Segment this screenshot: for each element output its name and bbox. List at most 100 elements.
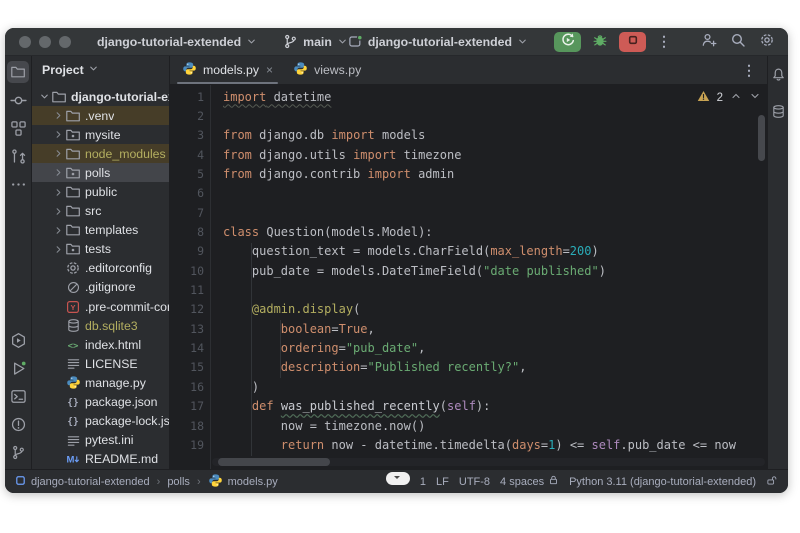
line-number[interactable]: 18 <box>170 419 213 433</box>
vertical-scrollbar[interactable] <box>758 115 765 161</box>
interpreter-widget[interactable]: Python 3.11 (django-tutorial-extended) <box>569 476 756 488</box>
tree-item-tests[interactable]: tests <box>32 240 169 259</box>
code-line-9[interactable]: 9 question_text = models.CharField(max_l… <box>170 242 767 261</box>
line-number[interactable]: 17 <box>170 399 213 413</box>
indent-widget[interactable]: 4 spaces <box>500 474 559 489</box>
tree-chevron-right-icon[interactable] <box>52 129 65 140</box>
tree-item-db-sqlite3[interactable]: db.sqlite3 <box>32 316 169 335</box>
tree-item-src[interactable]: src <box>32 202 169 221</box>
tree-item-django-tutorial-extended[interactable]: django-tutorial-extended <box>32 87 169 106</box>
code-with-me-button[interactable] <box>699 32 719 52</box>
breadcrumb-models-py[interactable]: models.py <box>208 473 278 491</box>
code-line-8[interactable]: 8class Question(models.Model): <box>170 222 767 241</box>
code-line-3[interactable]: 3from django.db import models <box>170 126 767 145</box>
toolwindow-project-icon[interactable] <box>7 61 29 83</box>
code-line-1[interactable]: 1import datetime <box>170 87 767 106</box>
stop-button[interactable] <box>619 32 646 52</box>
tree-chevron-right-icon[interactable] <box>52 148 65 159</box>
line-number[interactable]: 1 <box>170 90 213 104</box>
toolwindow-version-control-icon[interactable] <box>7 441 29 463</box>
toolwindow-run-icon[interactable] <box>7 357 29 379</box>
line-number[interactable]: 3 <box>170 128 213 142</box>
project-widget[interactable]: django-tutorial-extended <box>97 35 257 49</box>
tree-chevron-right-icon[interactable] <box>52 110 65 121</box>
line-number[interactable]: 5 <box>170 167 213 181</box>
line-number[interactable]: 16 <box>170 380 213 394</box>
inspections-widget[interactable]: 2 <box>697 90 761 105</box>
tree-item-polls[interactable]: polls <box>32 163 169 182</box>
tree-item-package-json[interactable]: {}package.json <box>32 393 169 412</box>
code-line-10[interactable]: 10 pub_date = models.DateTimeField("date… <box>170 261 767 280</box>
code-line-12[interactable]: 12 @admin.display( <box>170 300 767 319</box>
line-number[interactable]: 8 <box>170 225 213 239</box>
settings-button[interactable] <box>757 32 777 52</box>
tree-item--gitignore[interactable]: .gitignore <box>32 278 169 297</box>
tree-chevron-right-icon[interactable] <box>52 206 65 217</box>
close-button[interactable] <box>19 36 31 48</box>
line-number[interactable]: 7 <box>170 206 213 220</box>
code-editor[interactable]: 1import datetime23from django.db import … <box>170 85 767 469</box>
code-line-4[interactable]: 4from django.utils import timezone <box>170 145 767 164</box>
tree-item-templates[interactable]: templates <box>32 221 169 240</box>
breadcrumb-polls[interactable]: polls <box>167 476 190 488</box>
run-config-widget[interactable]: django-tutorial-extended <box>348 34 528 49</box>
toolwindow-pull-requests-icon[interactable] <box>7 145 29 167</box>
line-number[interactable]: 13 <box>170 322 213 336</box>
tree-item-pytest-ini[interactable]: pytest.ini <box>32 431 169 450</box>
toolwindow-notifications-icon[interactable] <box>767 63 788 85</box>
line-number[interactable]: 15 <box>170 360 213 374</box>
tree-item--venv[interactable]: .venv <box>32 106 169 125</box>
line-number[interactable]: 2 <box>170 109 213 123</box>
code-line-13[interactable]: 13 boolean=True, <box>170 319 767 338</box>
close-tab-icon[interactable]: × <box>266 63 273 77</box>
tree-item-manage-py[interactable]: manage.py <box>32 373 169 392</box>
tree-item-readme-md[interactable]: MREADME.md <box>32 450 169 469</box>
more-actions-button[interactable]: ⋮ <box>655 33 673 50</box>
tree-item-package-lock-json[interactable]: {}package-lock.json <box>32 412 169 431</box>
toolwindow-commit-icon[interactable] <box>7 89 29 111</box>
code-line-15[interactable]: 15 description="Published recently?", <box>170 358 767 377</box>
line-number[interactable]: 12 <box>170 302 213 316</box>
code-line-7[interactable]: 7 <box>170 203 767 222</box>
toolwindow-terminal-icon[interactable] <box>7 385 29 407</box>
branch-widget[interactable]: main <box>283 34 348 49</box>
tree-item-mysite[interactable]: mysite <box>32 125 169 144</box>
tree-item-license[interactable]: LICENSE <box>32 354 169 373</box>
line-number[interactable]: 14 <box>170 341 213 355</box>
code-line-2[interactable]: 2 <box>170 106 767 125</box>
tree-item-node-modules[interactable]: node_modules <box>32 144 169 163</box>
tree-chevron-right-icon[interactable] <box>52 187 65 198</box>
tree-item--editorconfig[interactable]: .editorconfig <box>32 259 169 278</box>
line-number[interactable]: 4 <box>170 148 213 162</box>
breadcrumb-django-tutorial-extended[interactable]: django-tutorial-extended <box>15 475 150 489</box>
code-line-5[interactable]: 5from django.contrib import admin <box>170 164 767 183</box>
next-warning-chevron-down-icon[interactable] <box>749 90 761 105</box>
tab-views-py[interactable]: views.py <box>283 56 371 84</box>
line-number[interactable]: 9 <box>170 244 213 258</box>
code-line-6[interactable]: 6 <box>170 184 767 203</box>
rerun-button[interactable] <box>554 32 581 52</box>
tree-chevron-down-icon[interactable] <box>38 91 51 102</box>
readonly-toggle[interactable] <box>766 474 778 490</box>
line-ending-widget[interactable]: LF <box>436 476 449 488</box>
line-number[interactable]: 10 <box>170 264 213 278</box>
tab-options-button[interactable]: ⋮ <box>731 56 767 84</box>
tree-chevron-right-icon[interactable] <box>52 244 65 255</box>
tree-item--pre-commit-config-yaml[interactable]: Y.pre-commit-config.yaml <box>32 297 169 316</box>
line-number[interactable]: 11 <box>170 283 213 297</box>
tree-item-public[interactable]: public <box>32 182 169 201</box>
code-line-18[interactable]: 18 now = timezone.now() <box>170 416 767 435</box>
tree-item-index-html[interactable]: <>index.html <box>32 335 169 354</box>
project-panel-header[interactable]: Project <box>32 56 169 84</box>
code-line-14[interactable]: 14 ordering="pub_date", <box>170 338 767 357</box>
horizontal-scrollbar-thumb[interactable] <box>218 458 330 466</box>
toolwindow-services-icon[interactable] <box>7 329 29 351</box>
minimize-button[interactable] <box>39 36 51 48</box>
line-col-widget[interactable]: 1 <box>420 476 426 488</box>
encoding-widget[interactable]: UTF-8 <box>459 476 490 488</box>
code-line-16[interactable]: 16 ) <box>170 377 767 396</box>
tab-models-py[interactable]: models.py× <box>172 56 283 84</box>
horizontal-scrollbar-track[interactable] <box>212 458 765 466</box>
toolwindow-structure-icon[interactable] <box>7 117 29 139</box>
code-line-17[interactable]: 17 def was_published_recently(self): <box>170 397 767 416</box>
